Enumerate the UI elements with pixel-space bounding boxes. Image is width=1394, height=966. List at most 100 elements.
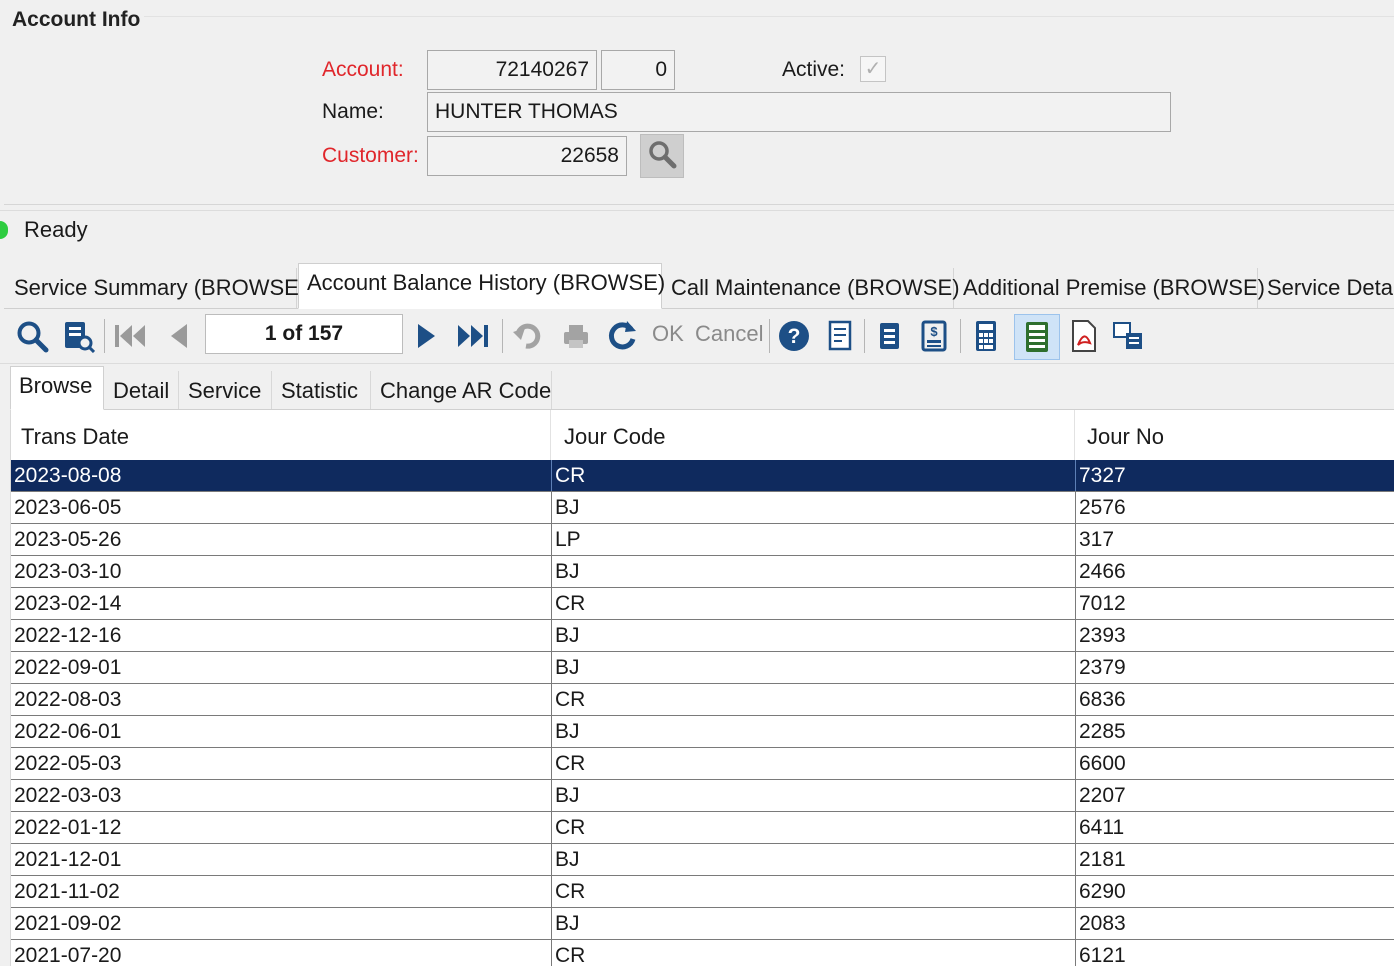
cell-trans-date: 2023-02-14 [14, 592, 122, 615]
copy-button[interactable] [872, 318, 908, 354]
search-icon [17, 321, 49, 353]
last-record-button[interactable] [456, 318, 492, 354]
tab-service[interactable]: Service [180, 371, 272, 409]
grid-header: Trans Date Jour Code Jour No [11, 410, 1394, 460]
account-label: Account: [322, 58, 404, 81]
tab-additional-premise[interactable]: Additional Premise (BROWSE) [955, 268, 1265, 308]
tab-change-ar-code[interactable]: Change AR Code [372, 371, 552, 409]
toolbar-separator [104, 319, 105, 353]
notes-button[interactable] [822, 318, 858, 354]
account-suffix-field[interactable]: 0 [601, 50, 675, 90]
table-row[interactable]: 2022-06-01 BJ 2285 [11, 716, 1394, 748]
table-row[interactable]: 2022-09-01 BJ 2379 [11, 652, 1394, 684]
cell-jour-no: 2207 [1075, 780, 1394, 811]
record-position: 1 of 157 [205, 314, 403, 354]
first-record-button[interactable] [112, 318, 148, 354]
customer-label: Customer: [322, 144, 419, 167]
ok-button[interactable]: OK [652, 321, 684, 347]
table-row[interactable]: 2023-06-05 BJ 2576 [11, 492, 1394, 524]
cell-trans-date: 2021-07-20 [14, 944, 122, 966]
statement-button[interactable]: $ [916, 318, 952, 354]
tab-call-maintenance[interactable]: Call Maintenance (BROWSE) [663, 268, 960, 308]
table-row[interactable]: 2021-11-02 CR 6290 [11, 876, 1394, 908]
section-title: Account Info [12, 8, 141, 31]
tab-browse[interactable]: Browse [10, 366, 104, 410]
find-record-button[interactable] [60, 318, 96, 354]
previous-record-button[interactable] [160, 318, 196, 354]
cell-jour-code: LP [551, 524, 1075, 555]
cell-jour-code: BJ [551, 716, 1075, 747]
next-record-button[interactable] [408, 318, 444, 354]
print-button[interactable] [558, 318, 594, 354]
grid-view-toggle[interactable] [1014, 314, 1060, 360]
column-header-jour-code[interactable]: Jour Code [551, 410, 1075, 460]
export-button[interactable] [1110, 318, 1146, 354]
pdf-export-button[interactable] [1066, 318, 1102, 354]
cell-jour-code: BJ [551, 652, 1075, 683]
cell-trans-date: 2022-09-01 [14, 656, 122, 679]
name-field[interactable]: HUNTER THOMAS [427, 92, 1171, 132]
refresh-button[interactable] [604, 318, 640, 354]
table-row[interactable]: 2022-01-12 CR 6411 [11, 812, 1394, 844]
active-checkbox[interactable]: ✓ [860, 56, 886, 82]
cell-trans-date: 2022-03-03 [14, 784, 122, 807]
customer-field[interactable]: 22658 [427, 136, 627, 176]
tab-statistic[interactable]: Statistic [273, 371, 371, 409]
table-row[interactable]: 2022-12-16 BJ 2393 [11, 620, 1394, 652]
toolbar-separator [864, 319, 865, 353]
cell-trans-date: 2021-11-02 [14, 880, 120, 903]
tab-detail[interactable]: Detail [105, 371, 179, 409]
cell-jour-code: CR [551, 876, 1075, 907]
table-row[interactable]: 2023-08-08 CR 7327 [11, 460, 1394, 492]
status-text: Ready [24, 217, 88, 242]
export-icon [1113, 322, 1142, 349]
table-row[interactable]: 2021-12-01 BJ 2181 [11, 844, 1394, 876]
cell-jour-no: 2393 [1075, 620, 1394, 651]
table-row[interactable]: 2021-09-02 BJ 2083 [11, 908, 1394, 940]
account-number-field[interactable]: 72140267 [427, 50, 597, 90]
cell-jour-code: BJ [551, 620, 1075, 651]
tab-account-balance-history[interactable]: Account Balance History (BROWSE) [298, 263, 665, 309]
undo-button[interactable] [510, 318, 546, 354]
cell-trans-date: 2022-05-03 [14, 752, 122, 775]
cancel-button[interactable]: Cancel [695, 321, 763, 347]
last-record-icon [458, 325, 488, 347]
help-button[interactable]: ? [776, 318, 812, 354]
cell-jour-code: BJ [551, 780, 1075, 811]
table-row[interactable]: 2021-07-20 CR 6121 [11, 940, 1394, 966]
toolbar-separator [960, 319, 961, 353]
cell-jour-code: CR [551, 748, 1075, 779]
name-label: Name: [322, 100, 384, 123]
table-row[interactable]: 2023-05-26 LP 317 [11, 524, 1394, 556]
cell-jour-code: CR [551, 684, 1075, 715]
cell-trans-date: 2022-01-12 [14, 816, 122, 839]
search-icon [647, 139, 677, 174]
cell-jour-no: 2083 [1075, 908, 1394, 939]
table-row[interactable]: 2023-02-14 CR 7012 [11, 588, 1394, 620]
cell-trans-date: 2023-06-05 [14, 496, 122, 519]
table-row[interactable]: 2023-03-10 BJ 2466 [11, 556, 1394, 588]
svg-text:$: $ [930, 324, 938, 339]
tab-service-detail[interactable]: Service Detai [1259, 268, 1394, 308]
next-icon [418, 324, 435, 348]
customer-lookup-button[interactable] [640, 134, 684, 178]
statement-icon: $ [921, 320, 947, 352]
cell-jour-no: 2285 [1075, 716, 1394, 747]
tab-service-summary[interactable]: Service Summary (BROWSE) [6, 268, 306, 308]
toolbar: 1 of 157 OK Cancel ? $ [0, 309, 1394, 364]
column-header-jour-no[interactable]: Jour No [1075, 410, 1394, 460]
first-record-icon [115, 325, 145, 347]
copy-icon [880, 323, 899, 349]
ledger-icon [1026, 322, 1048, 352]
status-indicator-icon [0, 221, 8, 239]
calculator-button[interactable] [968, 318, 1004, 354]
status-bar: Ready [0, 210, 1394, 251]
table-row[interactable]: 2022-05-03 CR 6600 [11, 748, 1394, 780]
column-header-trans-date[interactable]: Trans Date [11, 410, 551, 460]
table-row[interactable]: 2022-03-03 BJ 2207 [11, 780, 1394, 812]
account-info-panel: Account Info Account: 72140267 0 Active:… [4, 0, 1394, 205]
cell-jour-code: CR [551, 588, 1075, 619]
cell-jour-no: 2181 [1075, 844, 1394, 875]
table-row[interactable]: 2022-08-03 CR 6836 [11, 684, 1394, 716]
search-button[interactable] [14, 318, 50, 354]
